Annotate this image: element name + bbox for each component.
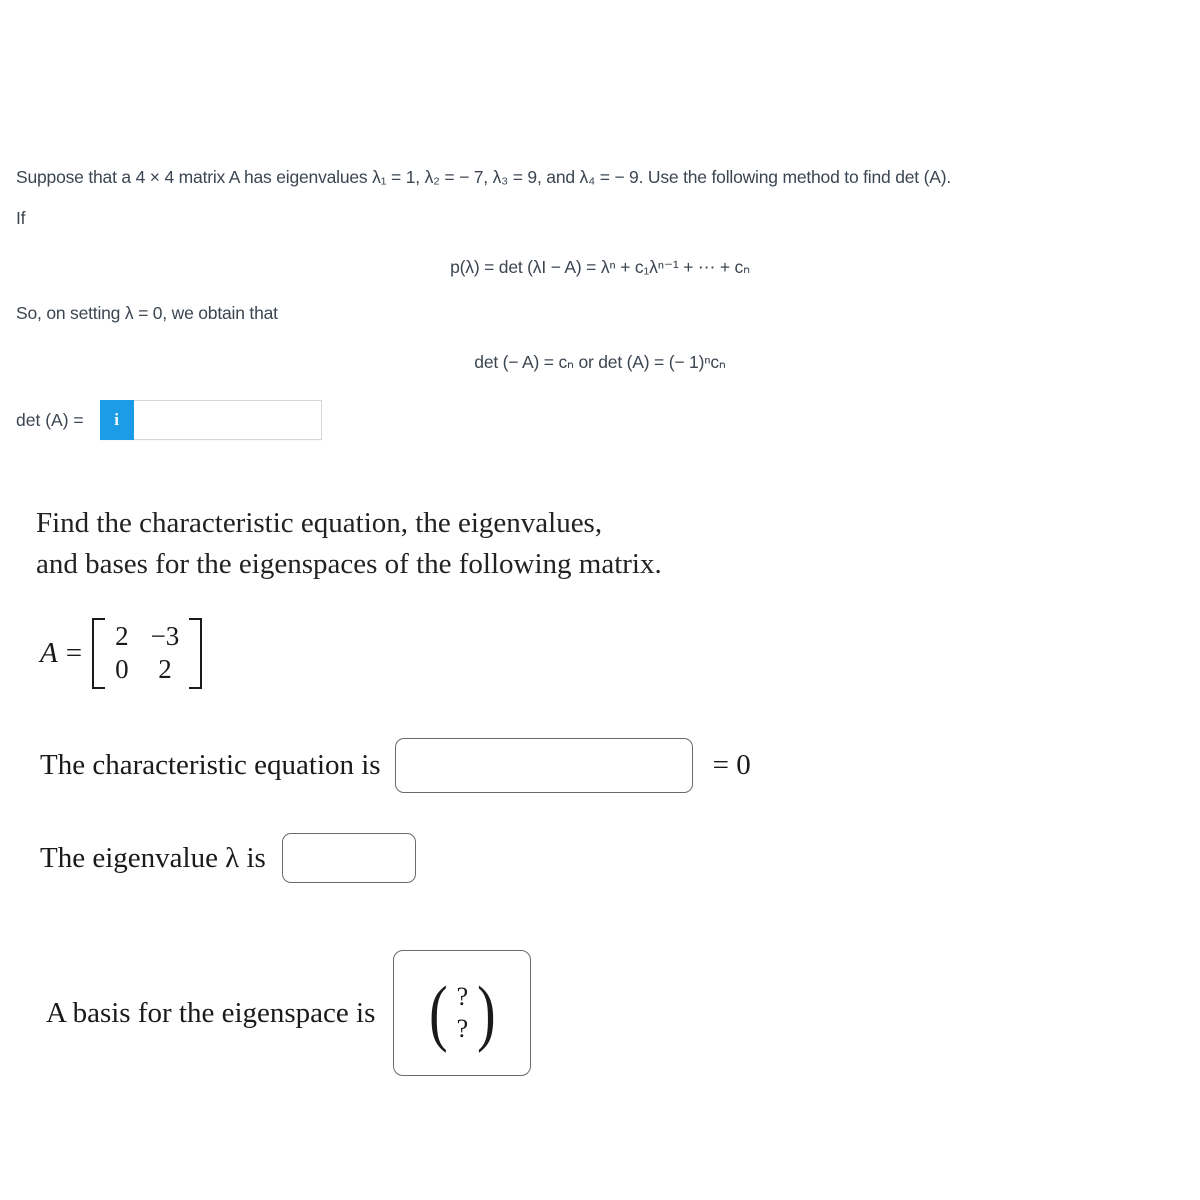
characteristic-polynomial-formula: p(λ) = det (λI − A) = λⁿ + c₁λⁿ⁻¹ + ⋯ + … [450, 257, 750, 277]
matrix-left-bracket [92, 618, 106, 689]
basis-vector-cells: ? ? [451, 981, 475, 1044]
det-answer-label: det (A) = [16, 409, 84, 430]
matrix-cell-r1c2: −3 [150, 621, 180, 651]
basis-label: A basis for the eigenspace is [46, 996, 376, 1029]
matrix-cell-r2c2: 2 [158, 653, 172, 684]
right-paren-icon: ) [477, 971, 496, 1054]
det-answer-input-group[interactable]: i [99, 400, 357, 440]
question-heading-line-1: Find the characteristic equation, the ei… [36, 507, 603, 539]
matrix-cell-r2c1: 0 [115, 653, 129, 684]
matrix-definition: A = 2 −3 0 2 [40, 618, 203, 689]
matrix-equals-sign: = [65, 636, 83, 669]
characteristic-equation-row: The characteristic equation is = 0 [40, 738, 751, 793]
question-heading: Find the characteristic equation, the ei… [36, 503, 976, 584]
matrix-cell-r1c1: 2 [115, 621, 129, 651]
matrix-body: 2 −3 0 2 [92, 618, 203, 689]
basis-vector-entry-2: ? [456, 1014, 469, 1043]
if-label: If [16, 208, 26, 228]
eigenvalue-label: The eigenvalue λ is [40, 841, 266, 874]
matrix-label: A [40, 636, 58, 669]
eigenvalue-input[interactable] [281, 833, 416, 883]
problem-statement: Suppose that a 4 × 4 matrix A has eigenv… [16, 166, 951, 190]
basis-vector-entry-1: ? [456, 982, 469, 1012]
eigenvalue-row: The eigenvalue λ is [40, 833, 416, 883]
info-icon[interactable]: i [99, 400, 134, 440]
det-answer-input[interactable] [133, 401, 357, 439]
setting-lambda-zero-text: So, on setting λ = 0, we obtain that [16, 303, 278, 323]
basis-vector: ( ? ? ) [426, 971, 499, 1054]
problem-statement-suffix: Use the following method to find det (A)… [643, 167, 952, 187]
determinant-formula: det (− A) = cₙ or det (A) = (− 1)ⁿcₙ [474, 352, 726, 372]
problem-statement-prefix: Suppose that a 4 × 4 matrix A has eigenv… [16, 167, 373, 187]
basis-row: A basis for the eigenspace is ( ? ? ) [46, 950, 532, 1076]
characteristic-equation-rhs: = 0 [712, 749, 751, 781]
characteristic-equation-label: The characteristic equation is [40, 749, 381, 781]
matrix-grid: 2 −3 0 2 [105, 618, 189, 689]
left-paren-icon: ( [429, 971, 448, 1054]
matrix-right-bracket [189, 618, 203, 689]
basis-vector-input[interactable]: ( ? ? ) [393, 950, 532, 1076]
eigenvalue-assignments: λ₁ = 1, λ₂ = − 7, λ₃ = 9, and λ₄ = − 9. [372, 167, 644, 187]
question-heading-line-2: and bases for the eigenspaces of the fol… [36, 547, 662, 580]
characteristic-equation-input[interactable] [394, 738, 693, 793]
det-answer-row: det (A) = i [16, 400, 357, 440]
